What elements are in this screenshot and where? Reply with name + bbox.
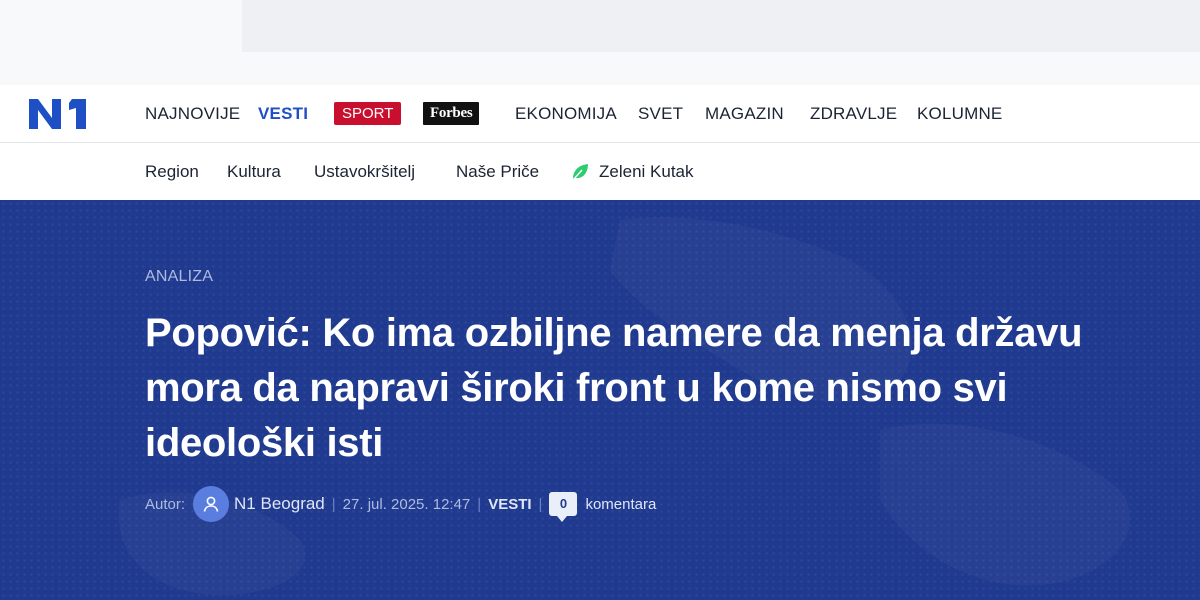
n1-logo[interactable] <box>28 96 90 132</box>
leaf-icon <box>572 164 588 181</box>
user-icon <box>203 496 219 512</box>
comment-bubble-icon: 0 <box>549 492 578 522</box>
nav-item-sport[interactable]: SPORT <box>334 102 402 125</box>
article-meta: Autor: N1 Beograd | 27. jul. 2025. 12:47… <box>145 486 656 522</box>
author-avatar[interactable] <box>193 486 230 522</box>
meta-divider: | <box>331 495 336 513</box>
subnav-item-region[interactable]: Region <box>145 143 199 200</box>
nav-item-zdravlje[interactable]: ZDRAVLJE <box>810 85 897 143</box>
author-prefix: Autor: <box>145 495 186 513</box>
article-category[interactable]: ANALIZA <box>145 268 213 286</box>
sub-navigation: Region Kultura Ustavokršitelj Naše Priče… <box>0 143 1200 200</box>
main-navigation: NAJNOVIJE VESTI SPORT Forbes EKONOMIJA S… <box>0 85 1200 143</box>
nav-item-vesti[interactable]: VESTI <box>258 85 308 143</box>
nav-item-najnovije[interactable]: NAJNOVIJE <box>145 85 240 143</box>
article-hero: ANALIZA Popović: Ko ima ozbiljne namere … <box>0 200 1200 600</box>
author-name[interactable]: N1 Beograd <box>234 494 325 514</box>
meta-divider: | <box>538 495 543 513</box>
nav-item-ekonomija[interactable]: EKONOMIJA <box>515 85 617 143</box>
subnav-item-zeleni-kutak[interactable]: Zeleni Kutak <box>599 143 694 200</box>
subnav-item-ustavokrsitelj[interactable]: Ustavokršitelj <box>314 143 415 200</box>
ad-placeholder <box>242 0 1200 52</box>
comments-label: komentara <box>585 495 657 513</box>
comments-link[interactable]: 0 komentara <box>549 492 657 522</box>
nav-item-kolumne[interactable]: KOLUMNE <box>917 85 1002 143</box>
meta-divider: | <box>477 495 482 513</box>
article-title: Popović: Ko ima ozbiljne namere da menja… <box>145 311 1083 465</box>
top-strip <box>0 0 1200 85</box>
article-date: 27. jul. 2025. 12:47 <box>342 495 471 513</box>
nav-item-magazin[interactable]: MAGAZIN <box>705 85 784 143</box>
nav-item-svet[interactable]: SVET <box>638 85 683 143</box>
nav-item-forbes[interactable]: Forbes <box>423 102 480 125</box>
subnav-item-kultura[interactable]: Kultura <box>227 143 281 200</box>
article-section[interactable]: VESTI <box>488 496 531 513</box>
subnav-item-nase-price[interactable]: Naše Priče <box>456 143 539 200</box>
